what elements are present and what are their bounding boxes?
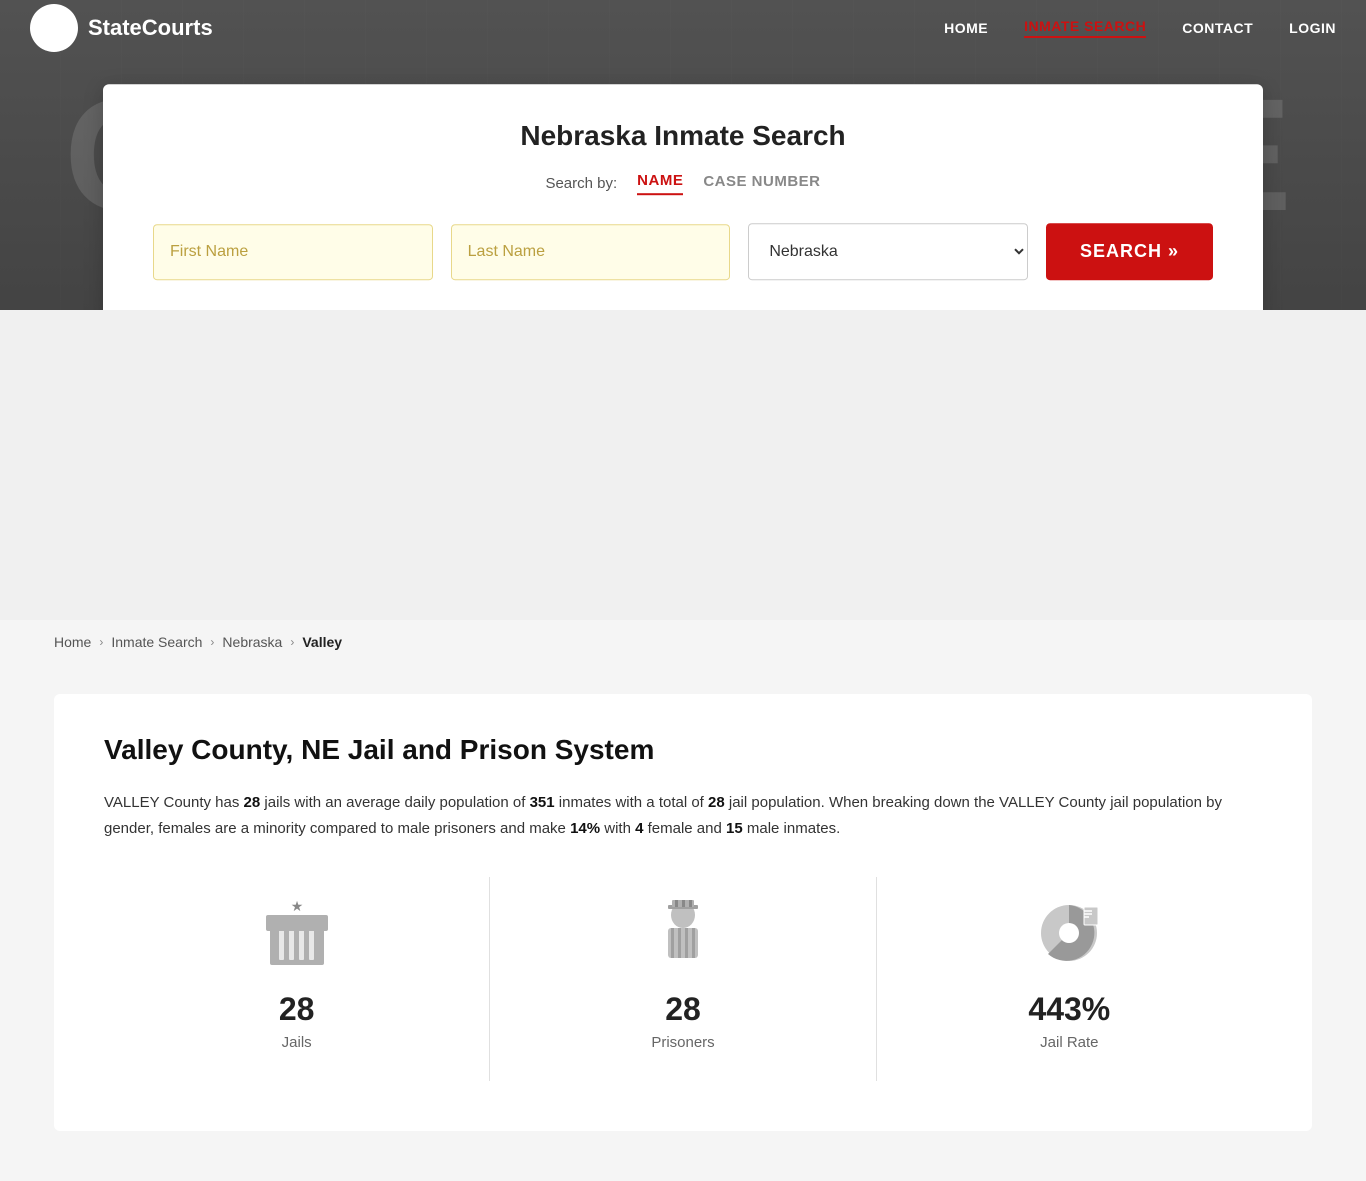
stat-prisoners: 28 Prisoners: [490, 877, 876, 1081]
prisoners-label: Prisoners: [651, 1034, 714, 1051]
main-content: Valley County, NE Jail and Prison System…: [0, 664, 1366, 1181]
jail-rate-label: Jail Rate: [1040, 1034, 1098, 1051]
chevron-icon-1: ›: [99, 635, 103, 649]
jail-population: 28: [708, 794, 725, 811]
tab-name[interactable]: NAME: [637, 172, 683, 195]
nav-inmate-search[interactable]: INMATE SEARCH: [1024, 18, 1146, 38]
stat-jails: ★ 28 Jails: [104, 877, 490, 1081]
female-pct: 14%: [570, 820, 600, 837]
navbar: 🏛 StateCourts HOME INMATE SEARCH CONTACT…: [0, 0, 1366, 56]
content-card: Valley County, NE Jail and Prison System…: [54, 694, 1312, 1131]
search-button[interactable]: SEARCH »: [1046, 223, 1213, 280]
search-by-row: Search by: NAME CASE NUMBER: [153, 172, 1213, 195]
svg-text:★: ★: [290, 898, 303, 914]
nav-home[interactable]: HOME: [944, 20, 988, 36]
female-count: 4: [635, 820, 643, 837]
logo[interactable]: 🏛 StateCourts: [30, 4, 213, 52]
stat-jail-rate: 443% Jail Rate: [877, 877, 1262, 1081]
pie-chart-icon: [1034, 897, 1104, 979]
search-by-label: Search by:: [545, 175, 617, 192]
breadcrumb-current: Valley: [302, 634, 342, 650]
chevron-icon-3: ›: [290, 635, 294, 649]
jails-label: Jails: [282, 1034, 312, 1051]
jails-icon: ★: [262, 897, 332, 979]
breadcrumb-home[interactable]: Home: [54, 634, 91, 650]
nav-links: HOME INMATE SEARCH CONTACT LOGIN: [944, 18, 1336, 38]
search-fields: Nebraska SEARCH »: [153, 223, 1213, 280]
last-name-input[interactable]: [451, 224, 731, 280]
prisoner-icon: [648, 897, 718, 979]
first-name-input[interactable]: [153, 224, 433, 280]
breadcrumb-state[interactable]: Nebraska: [222, 634, 282, 650]
search-title: Nebraska Inmate Search: [153, 120, 1213, 152]
tab-case-number[interactable]: CASE NUMBER: [703, 173, 820, 194]
prisoners-number: 28: [665, 991, 701, 1028]
jails-count: 28: [244, 794, 261, 811]
county-title: Valley County, NE Jail and Prison System: [104, 734, 1262, 766]
search-card: Nebraska Inmate Search Search by: NAME C…: [103, 84, 1263, 310]
jail-rate-number: 443%: [1028, 991, 1110, 1028]
stats-row: ★ 28 Jails: [104, 877, 1262, 1081]
state-select[interactable]: Nebraska: [748, 223, 1028, 280]
nav-login[interactable]: LOGIN: [1289, 20, 1336, 36]
nav-contact[interactable]: CONTACT: [1182, 20, 1253, 36]
logo-icon: 🏛: [30, 4, 78, 52]
male-count: 15: [726, 820, 743, 837]
county-description: VALLEY County has 28 jails with an avera…: [104, 790, 1262, 841]
avg-population: 351: [530, 794, 555, 811]
breadcrumb-inmate-search[interactable]: Inmate Search: [111, 634, 202, 650]
chevron-icon-2: ›: [210, 635, 214, 649]
breadcrumb: Home › Inmate Search › Nebraska › Valley: [0, 620, 1366, 664]
logo-text: StateCourts: [88, 15, 213, 41]
header: COURTHOUSE 🏛 StateCourts HOME INMATE SEA…: [0, 0, 1366, 310]
jails-number: 28: [279, 991, 315, 1028]
